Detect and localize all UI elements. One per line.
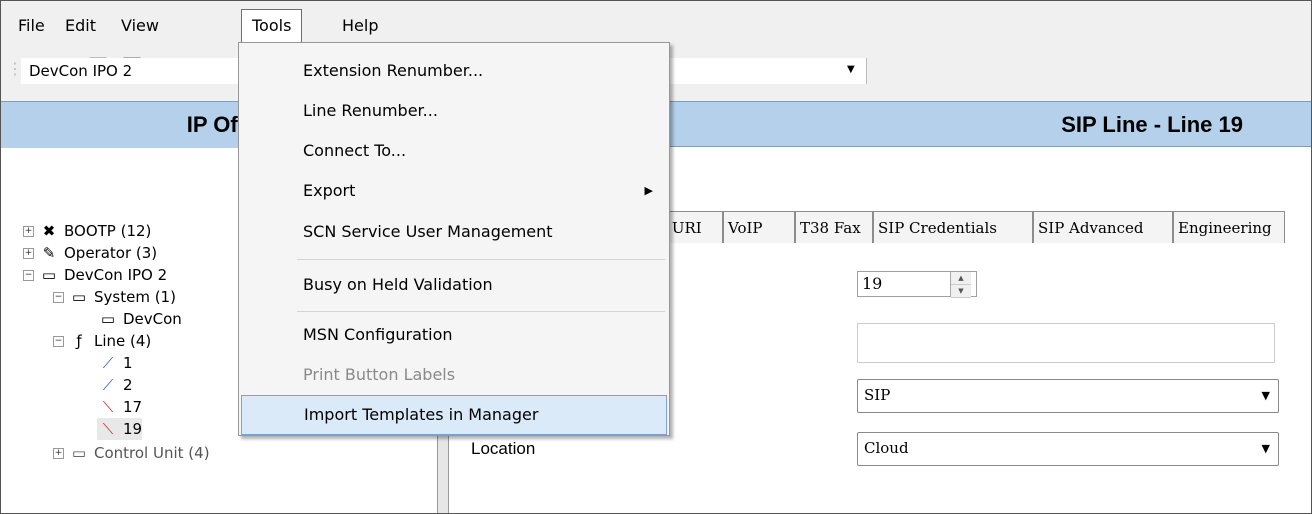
tools-menu: Extension Renumber... Line Renumber... C… [238, 42, 670, 436]
manager-window: File Edit View Tools Help ⋮ ▾ | DevCon I… [0, 0, 1312, 514]
cable-red-icon: ⟍ [102, 398, 114, 416]
tree-item-line-1[interactable]: ⟋ 1 [97, 352, 133, 374]
tree-item-operator[interactable]: + ✎ Operator (3) [23, 242, 157, 264]
tree-item-line-19[interactable]: ⟍ 19 [97, 418, 143, 440]
stepper-up-icon[interactable]: ▲ [951, 272, 971, 285]
tab-engineering[interactable]: Engineering [1173, 211, 1285, 243]
system-unit-icon: ▭ [100, 310, 116, 328]
expand-icon[interactable]: + [53, 448, 64, 459]
system-unit-icon: ▭ [41, 266, 57, 284]
menu-item-busy-on-held[interactable]: Busy on Held Validation [239, 265, 669, 305]
menu-item-extension-renumber[interactable]: Extension Renumber... [239, 51, 669, 91]
menu-item-export[interactable]: Export ▶ [239, 171, 669, 211]
tab-voip[interactable]: VoIP [723, 211, 795, 243]
system-selector-value: DevCon IPO 2 [29, 62, 133, 80]
tab-sip-advanced[interactable]: SIP Advanced [1033, 211, 1173, 243]
menu-tools[interactable]: Tools [241, 9, 303, 43]
menu-item-export-label: Export [303, 181, 356, 200]
transport-select[interactable]: SIP ▼ [857, 379, 1279, 413]
text-field[interactable] [857, 323, 1275, 363]
bootp-icon: ✖ [42, 222, 56, 240]
menu-item-connect-to[interactable]: Connect To... [239, 131, 669, 171]
cable-blue-icon: ⟋ [102, 376, 114, 394]
chevron-down-icon: ▼ [1261, 389, 1270, 402]
menubar: File Edit View Tools Help [1, 1, 1311, 47]
tab-sip-credentials[interactable]: SIP Credentials [873, 211, 1033, 243]
menu-separator [297, 259, 665, 260]
chevron-down-icon: ▼ [847, 64, 855, 75]
collapse-icon[interactable]: − [23, 270, 34, 281]
expand-icon[interactable]: + [23, 248, 34, 259]
stepper-down-icon[interactable]: ▼ [951, 285, 971, 298]
tree-item-devcon[interactable]: ▭ DevCon [97, 308, 182, 330]
stepper-buttons: ▲ ▼ [950, 272, 971, 298]
chevron-down-icon: ▼ [1261, 442, 1270, 455]
tree-item-bootp[interactable]: + ✖ BOOTP (12) [23, 220, 151, 242]
cable-blue-icon: ⟋ [102, 354, 114, 372]
menu-help[interactable]: Help [342, 15, 378, 37]
menu-file[interactable]: File [18, 15, 45, 37]
collapse-icon[interactable]: − [53, 292, 64, 303]
menu-item-print-button-labels: Print Button Labels [303, 365, 456, 384]
tab-t38-fax[interactable]: T38 Fax [795, 211, 873, 243]
expand-icon[interactable]: + [23, 226, 34, 237]
cable-red-icon: ⟍ [102, 420, 114, 438]
menu-item-scn-service-user[interactable]: SCN Service User Management [239, 212, 669, 252]
tree-item-line-17[interactable]: ⟍ 17 [97, 396, 142, 418]
tree-item-control-unit[interactable]: + ▭ Control Unit (4) [53, 442, 210, 464]
transport-select-value: SIP [864, 386, 891, 404]
tree-item-devcon-ipo2[interactable]: − ▭ DevCon IPO 2 [23, 264, 167, 286]
location-select-value: Cloud [864, 439, 909, 457]
location-label: Location [471, 439, 536, 458]
menu-item-import-templates[interactable]: Import Templates in Manager [241, 395, 667, 435]
menu-edit[interactable]: Edit [65, 15, 96, 37]
system-icon: ▭ [71, 288, 87, 306]
location-select[interactable]: Cloud ▼ [857, 432, 1279, 466]
tree-item-line-2[interactable]: ⟋ 2 [97, 374, 133, 396]
menu-item-msn-configuration[interactable]: MSN Configuration [239, 315, 669, 355]
menu-item-line-renumber[interactable]: Line Renumber... [239, 91, 669, 131]
tree-item-system[interactable]: − ▭ System (1) [53, 286, 176, 308]
operator-icon: ✎ [42, 244, 56, 262]
line-number-value: 19 [862, 274, 883, 293]
menu-view[interactable]: View [121, 15, 159, 37]
submenu-arrow-icon: ▶ [644, 184, 653, 197]
folder-icon: ▭ [71, 444, 87, 462]
line-icon: ƒ [76, 332, 82, 350]
tree-item-line[interactable]: − ƒ Line (4) [53, 330, 151, 352]
menu-separator [297, 311, 665, 312]
collapse-icon[interactable]: − [53, 336, 64, 347]
line-number-stepper[interactable]: 19 ▲ ▼ [857, 271, 977, 298]
